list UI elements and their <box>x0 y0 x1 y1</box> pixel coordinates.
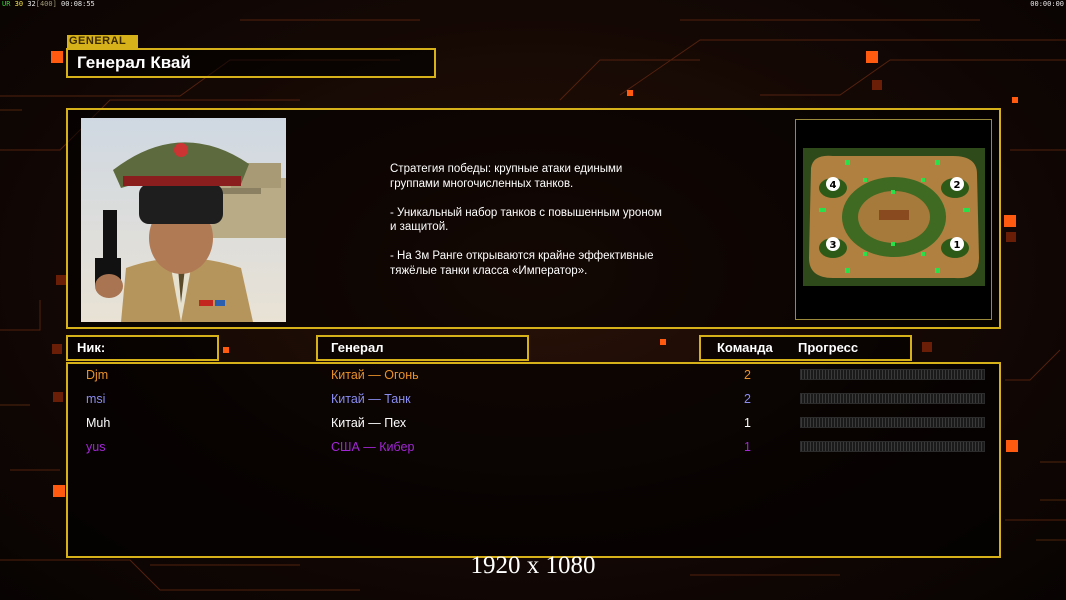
column-header-team-progress: Команда Прогресс <box>699 335 912 361</box>
player-progress-bar <box>800 441 985 452</box>
column-header-general: Генерал <box>316 335 529 361</box>
player-list: Djm Китай — Огонь 2 msi Китай — Танк 2 M… <box>66 362 1001 558</box>
column-header-progress: Прогресс <box>798 340 859 355</box>
column-header-team: Команда <box>717 340 773 355</box>
general-portrait <box>81 118 286 322</box>
player-nick: Muh <box>86 416 111 430</box>
player-general: Китай — Пех <box>331 416 407 430</box>
player-general: Китай — Огонь <box>331 368 419 382</box>
hud-clock: 00:00:00 <box>1030 0 1064 8</box>
player-row: msi Китай — Танк 2 <box>68 389 999 409</box>
player-nick: msi <box>86 392 106 406</box>
player-general: Китай — Танк <box>331 392 411 406</box>
hud-elapsed-time: 00:08:55 <box>61 0 95 8</box>
column-header-nick: Ник: <box>66 335 219 361</box>
map-preview[interactable]: 4 2 3 1 <box>795 119 992 320</box>
general-tag: GENERAL <box>67 35 138 48</box>
player-nick: yus <box>86 440 106 454</box>
player-team: 1 <box>744 440 751 454</box>
player-progress-bar <box>800 369 985 380</box>
minimap-slot-4: 4 <box>830 180 837 191</box>
player-nick: Djm <box>86 368 109 382</box>
player-row: Djm Китай — Огонь 2 <box>68 365 999 385</box>
minimap-slot-3: 3 <box>830 240 837 251</box>
minimap-slot-1: 1 <box>954 240 961 251</box>
minimap-slot-2: 2 <box>954 180 961 191</box>
general-info-panel: Стратегия победы: крупные атаки едиными … <box>66 108 1001 329</box>
player-row: Muh Китай — Пех 1 <box>68 413 999 433</box>
player-general: США — Кибер <box>331 440 415 454</box>
hud-fps-value: 30 <box>14 0 24 8</box>
player-team: 1 <box>744 416 751 430</box>
hud-stats: UR 30 32[400] 00:08:55 <box>2 0 95 9</box>
hud-fps-prefix: UR <box>2 0 11 8</box>
general-title: Генерал Квай <box>66 48 436 78</box>
minimap: 4 2 3 1 <box>803 148 985 286</box>
hud-fps-target: 32 <box>27 0 36 8</box>
player-team: 2 <box>744 392 751 406</box>
player-row: yus США — Кибер 1 <box>68 437 999 457</box>
player-progress-bar <box>800 417 985 428</box>
strategy-description: Стратегия победы: крупные атаки едиными … <box>390 163 662 277</box>
player-team: 2 <box>744 368 751 382</box>
hud-bracket-value: [400] <box>35 0 57 8</box>
player-progress-bar <box>800 393 985 404</box>
resolution-label: 1920 x 1080 <box>470 552 596 579</box>
